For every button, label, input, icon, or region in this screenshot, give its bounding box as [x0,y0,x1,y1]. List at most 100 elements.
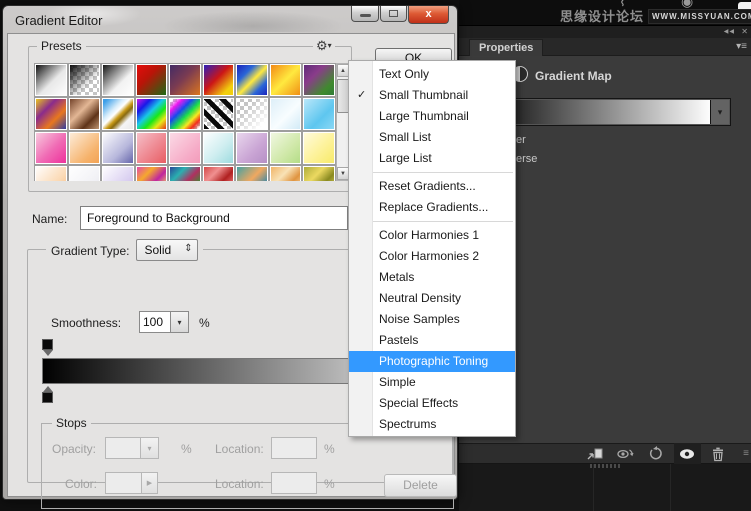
opacity-stop-swatch [42,339,53,350]
maximize-button[interactable] [380,6,407,22]
menu-item-small-thumbnail[interactable]: ✓Small Thumbnail [349,85,515,106]
minimize-button[interactable] [351,6,379,22]
smoothness-input[interactable] [139,311,171,333]
chevron-down-icon[interactable]: ▾ [711,100,729,124]
check-icon: ✓ [357,85,366,106]
menu-item-reset-gradients[interactable]: Reset Gradients... [349,176,515,197]
location2-label: Location: [215,477,264,491]
close-button[interactable]: x [408,6,449,24]
gradient-preset-thumbnail[interactable] [302,63,336,97]
menu-item-text-only[interactable]: Text Only [349,64,515,85]
gradient-preset-thumbnail[interactable] [34,63,68,97]
menu-item-metals[interactable]: Metals [349,267,515,288]
gradient-preset-thumbnail[interactable] [235,165,269,181]
clip-to-layer-icon[interactable] [586,446,604,462]
smoothness-dropdown-button[interactable]: ▾ [170,311,189,333]
opacity-dropdown-button[interactable]: ▾ [140,437,159,459]
gradient-preset-thumbnail[interactable] [68,165,102,181]
gradient-preset-thumbnail[interactable] [235,97,269,131]
opacity-label: Opacity: [52,442,96,456]
gradient-preset-thumbnail[interactable] [269,131,303,165]
menu-item-spectrums[interactable]: Spectrums [349,414,515,435]
gradient-preset-thumbnail[interactable] [101,63,135,97]
reset-adjustment-icon[interactable] [647,446,665,462]
gradient-preset-thumbnail[interactable] [202,131,236,165]
gradient-preset-thumbnail[interactable] [168,165,202,181]
tab-properties[interactable]: Properties [469,39,543,56]
color-picker-arrow-button[interactable]: ▶ [141,472,158,494]
gradient-preset-thumbnail[interactable] [34,165,68,181]
panel-close-icon[interactable]: ✕ [741,27,748,36]
panel-resize-gripper[interactable] [590,464,620,468]
gradient-type-select[interactable]: Solid ⇕ [136,239,198,261]
color-stop-marker[interactable] [41,386,54,403]
menu-item-special-effects[interactable]: Special Effects [349,393,515,414]
menu-item-noise-samples[interactable]: Noise Samples [349,309,515,330]
opacity-input[interactable] [105,437,141,459]
menu-item-neutral-density[interactable]: Neutral Density [349,288,515,309]
gradient-preset-thumbnail[interactable] [269,97,303,131]
gradient-name-input[interactable] [80,206,348,230]
gradient-preset-thumbnail[interactable] [302,97,336,131]
menu-separator [351,221,513,222]
delete-stop-button[interactable]: Delete [384,474,457,497]
gradient-preset-thumbnail[interactable] [135,131,169,165]
gradient-preset-thumbnail[interactable] [101,165,135,181]
gradient-preset-thumbnail[interactable] [168,131,202,165]
layers-panel-edge [459,464,751,511]
gradient-preset-thumbnail[interactable] [68,63,102,97]
gradient-preset-thumbnail[interactable] [135,97,169,131]
menu-item-large-thumbnail[interactable]: Large Thumbnail [349,106,515,127]
adjustment-title: Gradient Map [535,69,612,83]
presets-menu-gear-button[interactable]: ⚙▾ [313,38,335,54]
gradient-preset-thumbnail[interactable] [101,97,135,131]
opacity-stop-marker[interactable] [41,339,54,356]
gradient-preset-thumbnail[interactable] [135,63,169,97]
gradient-preset-thumbnail[interactable] [34,131,68,165]
menu-item-pastels[interactable]: Pastels [349,330,515,351]
gradient-preset-thumbnail[interactable] [168,63,202,97]
gradient-preset-thumbnail[interactable] [269,63,303,97]
gradient-preset-thumbnail[interactable] [202,97,236,131]
collapse-panels-icon[interactable]: ◀◀ [724,28,735,35]
gradient-preset-thumbnail[interactable] [202,63,236,97]
gradient-preset-thumbnail[interactable] [101,131,135,165]
gradient-preset-thumbnail[interactable] [302,165,336,181]
menu-item-color-harmonies-1[interactable]: Color Harmonies 1 [349,225,515,246]
location2-input[interactable] [271,472,317,494]
gradient-type-value: Solid [145,243,172,257]
previous-state-eye-icon[interactable] [616,446,634,462]
gradient-preset-thumbnail[interactable] [68,131,102,165]
gradient-preset-thumbnail[interactable] [168,97,202,131]
gradient-preset-thumbnail[interactable] [235,131,269,165]
gradient-preset-thumbnail[interactable] [235,63,269,97]
presets-legend: Presets [37,39,86,53]
dither-label-partial: er [516,134,526,146]
menu-item-large-list[interactable]: Large List [349,148,515,169]
opacity-percent: % [181,442,192,456]
menu-item-photographic-toning[interactable]: Photographic Toning [349,351,515,372]
gradient-preset-thumbnail[interactable] [202,165,236,181]
menu-item-replace-gradients[interactable]: Replace Gradients... [349,197,515,218]
visibility-eye-icon[interactable] [678,446,696,462]
presets-flyout-menu: Text Only ✓Small Thumbnail Large Thumbna… [348,60,516,437]
gradient-preset-thumbnail[interactable] [135,165,169,181]
color-swatch[interactable] [105,472,142,494]
gradient-preset-thumbnail[interactable] [68,97,102,131]
menu-item-color-harmonies-2[interactable]: Color Harmonies 2 [349,246,515,267]
gradient-preset-thumbnail[interactable] [302,131,336,165]
delete-adjustment-trash-icon[interactable] [709,446,727,462]
panel-flyout-menu-icon[interactable]: ▾≡ [736,42,747,52]
menu-item-simple[interactable]: Simple [349,372,515,393]
stepper-arrows-icon: ⇕ [184,243,192,254]
menu-item-small-list[interactable]: Small List [349,127,515,148]
smoothness-combo: ▾ [139,311,189,333]
properties-panel-header: Properties ▾≡ [459,38,751,56]
canvas-area: ⌇ ◉ 思缘设计论坛 WWW.MISSYUAN.COM [459,0,751,25]
chevron-down-icon: ▾ [328,41,332,50]
location-percent: % [324,442,335,456]
location-input[interactable] [271,437,317,459]
gear-icon: ⚙ [316,38,328,53]
gradient-preset-thumbnail[interactable] [269,165,303,181]
gradient-preset-thumbnail[interactable] [34,97,68,131]
